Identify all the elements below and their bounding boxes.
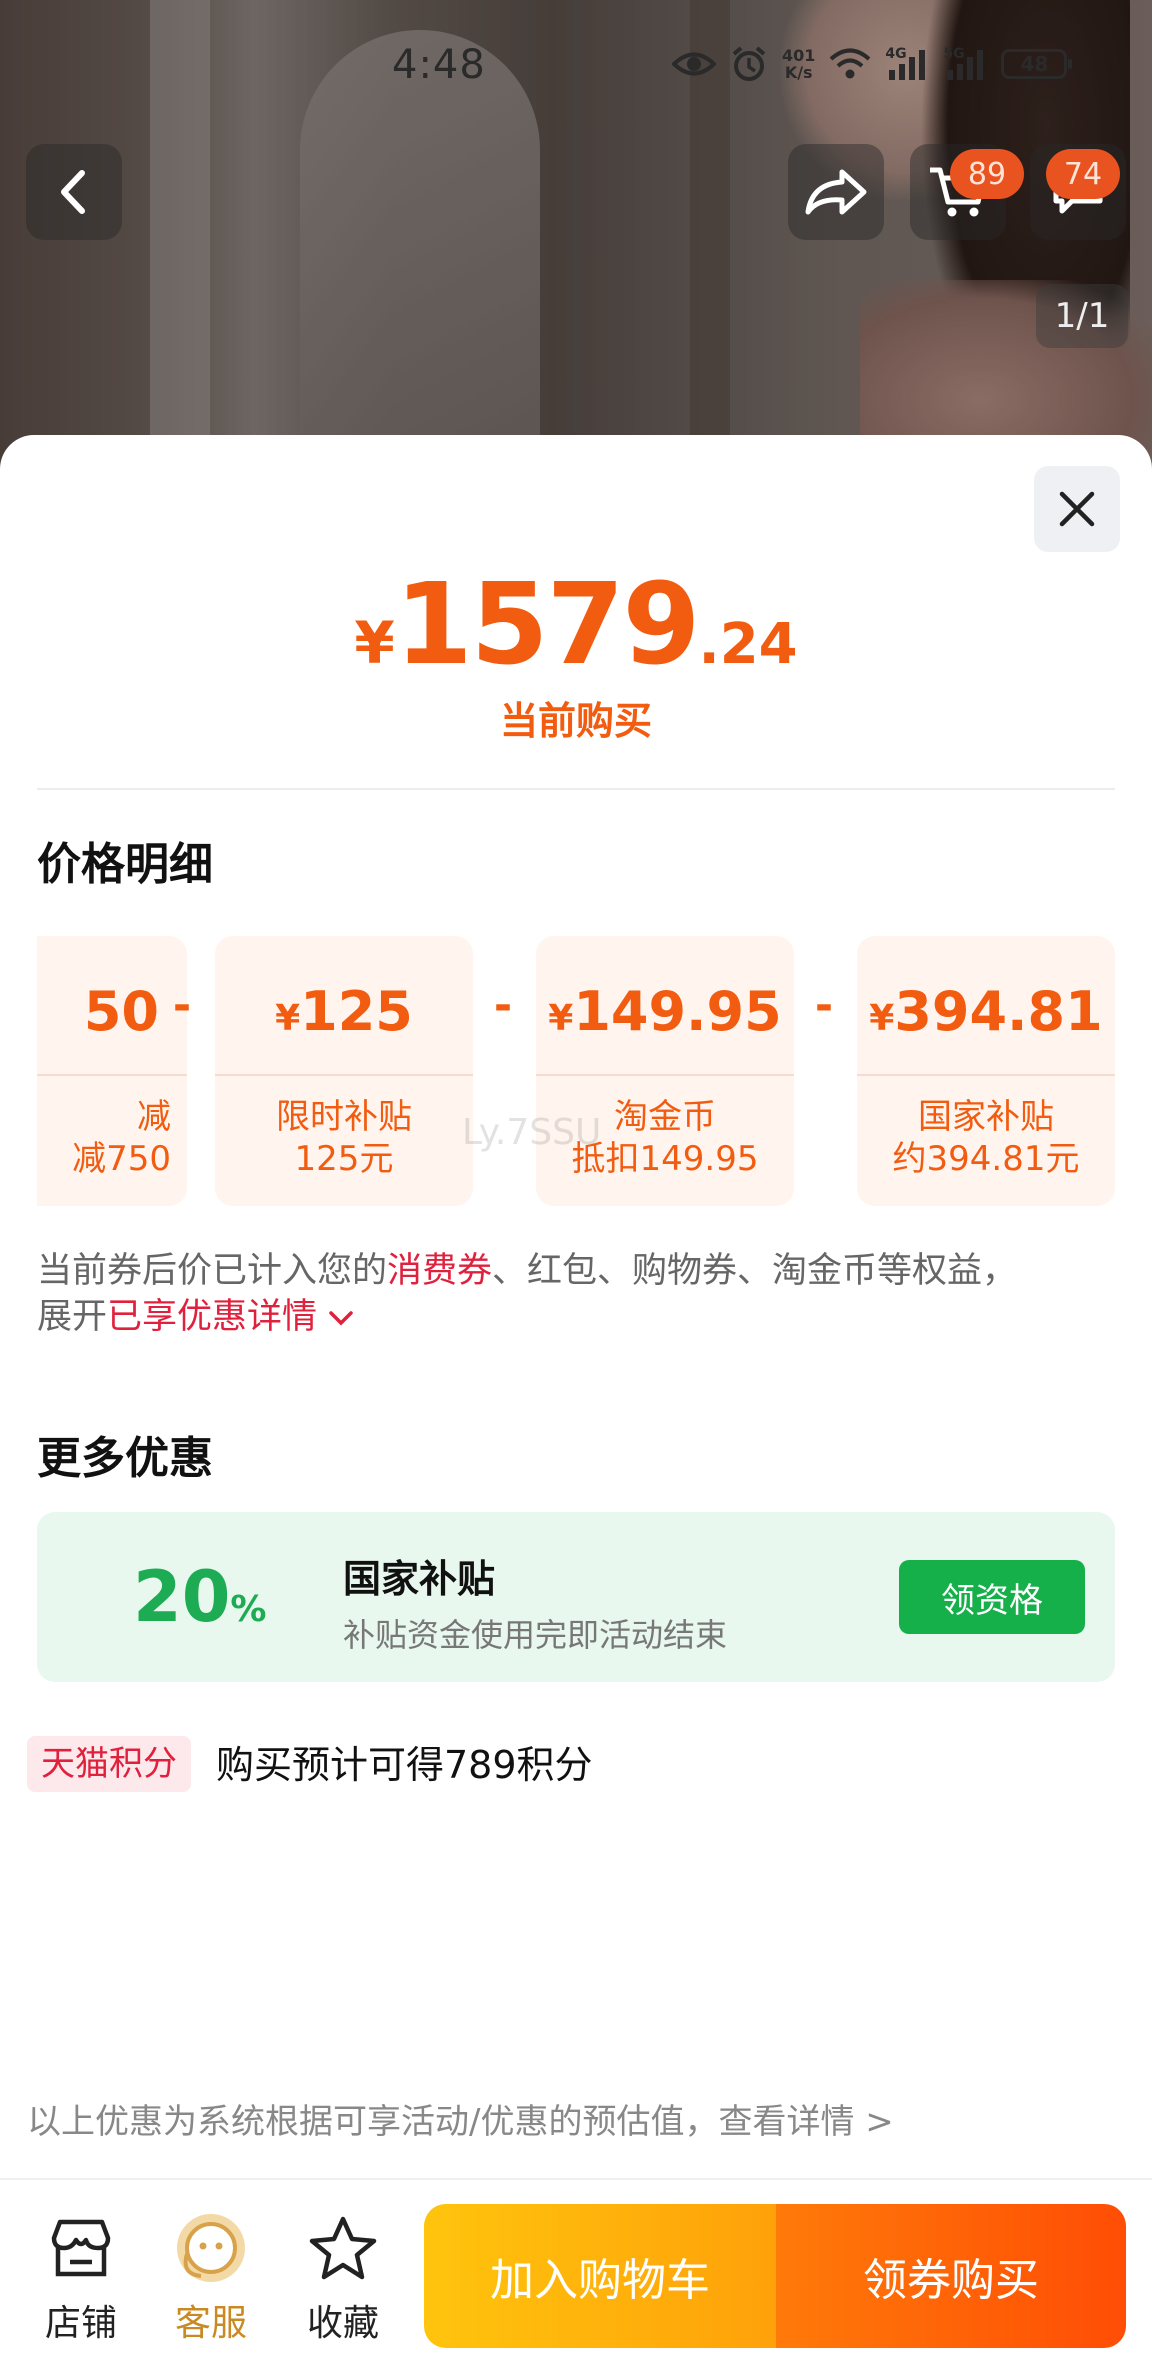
price-breakdown-title: 价格明细 — [37, 839, 213, 890]
watermark-text: Ly.7SSU — [462, 1112, 602, 1153]
star-icon — [309, 2216, 377, 2280]
minus-sign: - — [814, 980, 834, 1031]
share-icon — [805, 169, 867, 215]
more-discount-title: 更多优惠 — [37, 1433, 213, 1484]
consumer-coupon-link[interactable]: 消费券 — [387, 1251, 492, 1291]
breakdown-card: ¥394.81 国家补贴 约394.81元 — [857, 936, 1115, 1206]
breakdown-card: 50 减减750 — [37, 936, 187, 1206]
close-icon — [1059, 491, 1095, 527]
subsidy-title: 国家补贴 — [343, 1557, 496, 1601]
claim-eligibility-button[interactable]: 领资格 — [899, 1560, 1085, 1634]
price-currency: ¥ — [354, 609, 395, 677]
minus-sign: - — [172, 980, 192, 1031]
back-button[interactable] — [26, 144, 122, 240]
expand-discount-details-link[interactable]: 已享优惠详情 — [107, 1297, 354, 1337]
price-breakdown-list[interactable]: 50 减减750 ¥125 限时补贴 125元 ¥149.95 淘金币 抵扣149.… — [37, 936, 1115, 1206]
shop-tab[interactable]: 店铺 — [26, 2208, 136, 2348]
subsidy-promo-card: 20% 国家补贴 补贴资金使用完即活动结束 领资格 — [37, 1512, 1115, 1682]
price-decimal: .24 — [698, 612, 798, 677]
alarm-icon — [732, 46, 766, 81]
points-estimate: 购买预计可得789积分 — [216, 1743, 593, 1787]
close-button[interactable] — [1034, 466, 1120, 552]
chevron-down-icon — [329, 1311, 353, 1326]
image-pager: 1/1 — [1036, 284, 1128, 348]
bottom-bar-divider — [0, 2178, 1152, 2180]
cart-count-badge: 89 — [950, 149, 1024, 199]
message-count-badge: 74 — [1046, 149, 1120, 199]
subsidy-desc: 补贴资金使用完即活动结束 — [343, 1616, 728, 1654]
price-integer: 1579 — [394, 560, 701, 690]
eye-icon — [672, 52, 716, 76]
discount-note: 当前券后价已计入您的消费券、红包、购物券、淘金币等权益， 展开已享优惠详情 — [37, 1251, 1018, 1337]
status-bar: 4:48 401 K/s 4G 5G 48 — [0, 0, 1152, 130]
current-price: ¥1579.24 — [0, 560, 1152, 690]
chevron-left-icon — [61, 170, 85, 214]
tmall-points-tag: 天猫积分 — [27, 1736, 191, 1792]
battery-indicator: 48 — [1001, 49, 1073, 79]
price-label: 当前购买 — [499, 699, 652, 743]
subsidy-percent: 20% — [133, 1556, 267, 1638]
divider — [37, 788, 1115, 790]
customer-service-tab[interactable]: 客服 — [156, 2208, 266, 2348]
share-button[interactable] — [788, 144, 884, 240]
add-to-cart-button[interactable]: 加入购物车 — [424, 2204, 776, 2348]
status-time: 4:48 — [392, 42, 486, 88]
signal-5g-icon: 5G — [943, 46, 987, 82]
estimate-footnote-link[interactable]: 以上优惠为系统根据可享活动/优惠的预估值，查看详情 > — [27, 2094, 894, 2143]
wifi-icon — [830, 48, 871, 79]
breakdown-card: ¥149.95 淘金币 抵扣149.95 — [536, 936, 794, 1206]
coupon-buy-button[interactable]: 领券购买 — [776, 2204, 1126, 2348]
net-speed: 401 K/s — [782, 46, 816, 82]
store-icon — [51, 2219, 111, 2277]
breakdown-card: ¥125 限时补贴 125元 — [215, 936, 473, 1206]
minus-sign: - — [493, 980, 513, 1031]
favorite-tab[interactable]: 收藏 — [288, 2208, 398, 2348]
customer-service-icon — [177, 2214, 245, 2282]
signal-4g-icon: 4G — [885, 46, 929, 82]
